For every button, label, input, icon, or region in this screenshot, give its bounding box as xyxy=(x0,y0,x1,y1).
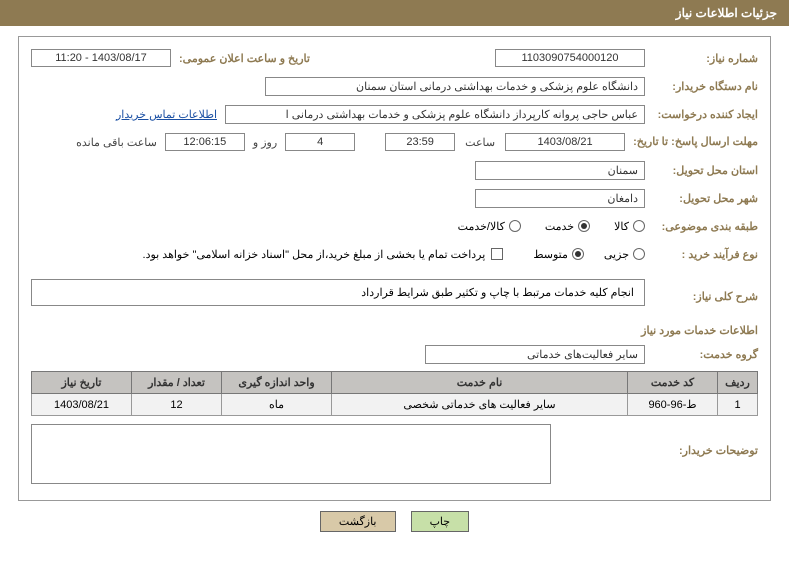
row-buyer-notes: توضیحات خریدار: xyxy=(31,424,758,484)
th-name: نام خدمت xyxy=(332,372,628,394)
radio-service[interactable]: خدمت xyxy=(545,220,590,233)
row-requester: ایجاد کننده درخواست: عباس حاجی پروانه کا… xyxy=(31,103,758,125)
textarea-buyer-notes[interactable] xyxy=(31,424,551,484)
label-province: استان محل تحویل: xyxy=(653,164,758,177)
label-need-number: شماره نیاز: xyxy=(653,52,758,65)
button-row: چاپ بازگشت xyxy=(0,511,789,532)
label-requester: ایجاد کننده درخواست: xyxy=(653,108,758,121)
label-service-group: گروه خدمت: xyxy=(653,348,758,361)
row-category: طبقه بندی موضوعی: کالا خدمت کالا/خدمت xyxy=(31,215,758,237)
label-time: ساعت xyxy=(465,136,495,149)
row-overview: شرح کلی نیاز: انجام کلیه خدمات مرتبط با … xyxy=(31,279,758,314)
section-services-info: اطلاعات خدمات مورد نیاز xyxy=(31,324,758,337)
label-overview: شرح کلی نیاز: xyxy=(653,290,758,303)
header-title: جزئیات اطلاعات نیاز xyxy=(676,6,777,20)
value-buyer-org: دانشگاه علوم پزشکی و خدمات بهداشتی درمان… xyxy=(265,77,645,96)
label-category: طبقه بندی موضوعی: xyxy=(653,220,758,233)
radio-goods[interactable]: کالا xyxy=(614,220,645,233)
th-date: تاریخ نیاز xyxy=(32,372,132,394)
services-table: ردیف کد خدمت نام خدمت واحد اندازه گیری ت… xyxy=(31,371,758,416)
th-qty: تعداد / مقدار xyxy=(132,372,222,394)
td-code: ط-96-960 xyxy=(628,394,718,416)
row-province: استان محل تحویل: سمنان xyxy=(31,159,758,181)
link-buyer-contact[interactable]: اطلاعات تماس خریدار xyxy=(116,108,217,121)
value-service-group: سایر فعالیت‌های خدماتی xyxy=(425,345,645,364)
radio-group-process: جزیی متوسط xyxy=(533,248,645,261)
label-days-and: روز و xyxy=(253,136,277,149)
radio-minor[interactable]: جزیی xyxy=(604,248,645,261)
value-city: دامغان xyxy=(475,189,645,208)
th-row: ردیف xyxy=(718,372,758,394)
label-buyer-notes: توضیحات خریدار: xyxy=(653,424,758,457)
label-process: نوع فرآیند خرید : xyxy=(653,248,758,261)
label-time-remaining: ساعت باقی مانده xyxy=(76,136,157,149)
value-deadline-time: 23:59 xyxy=(385,133,455,151)
label-city: شهر محل تحویل: xyxy=(653,192,758,205)
td-unit: ماه xyxy=(222,394,332,416)
label-buyer-org: نام دستگاه خریدار: xyxy=(653,80,758,93)
value-time-remaining: 12:06:15 xyxy=(165,133,245,151)
details-panel: شماره نیاز: 1103090754000120 تاریخ و ساع… xyxy=(18,36,771,501)
row-process: نوع فرآیند خرید : جزیی متوسط پرداخت تمام… xyxy=(31,243,758,265)
row-need-number: شماره نیاز: 1103090754000120 تاریخ و ساع… xyxy=(31,47,758,69)
td-date: 1403/08/21 xyxy=(32,394,132,416)
label-deadline: مهلت ارسال پاسخ: تا تاریخ: xyxy=(633,135,758,149)
value-announce-date: 1403/08/17 - 11:20 xyxy=(31,49,171,67)
label-announce-date: تاریخ و ساعت اعلان عمومی: xyxy=(179,52,310,65)
row-buyer-org: نام دستگاه خریدار: دانشگاه علوم پزشکی و … xyxy=(31,75,758,97)
label-payment-note: پرداخت تمام یا بخشی از مبلغ خرید،از محل … xyxy=(143,248,486,261)
radio-medium[interactable]: متوسط xyxy=(533,248,584,261)
value-deadline-date: 1403/08/21 xyxy=(505,133,625,151)
table-row: 1 ط-96-960 سایر فعالیت های خدماتی شخصی م… xyxy=(32,394,758,416)
value-overview: انجام کلیه خدمات مرتبط با چاپ و تکثیر طب… xyxy=(31,279,645,306)
td-row: 1 xyxy=(718,394,758,416)
panel-header: جزئیات اطلاعات نیاز xyxy=(0,0,789,26)
payment-note-wrap: پرداخت تمام یا بخشی از مبلغ خرید،از محل … xyxy=(143,248,504,261)
th-unit: واحد اندازه گیری xyxy=(222,372,332,394)
td-qty: 12 xyxy=(132,394,222,416)
value-days-remaining: 4 xyxy=(285,133,355,151)
checkbox-payment[interactable] xyxy=(491,248,503,260)
value-need-number: 1103090754000120 xyxy=(495,49,645,67)
row-deadline: مهلت ارسال پاسخ: تا تاریخ: 1403/08/21 سا… xyxy=(31,131,758,153)
back-button[interactable]: بازگشت xyxy=(320,511,396,532)
row-city: شهر محل تحویل: دامغان xyxy=(31,187,758,209)
value-requester: عباس حاجی پروانه کارپرداز دانشگاه علوم پ… xyxy=(225,105,645,124)
radio-both[interactable]: کالا/خدمت xyxy=(458,220,521,233)
table-header-row: ردیف کد خدمت نام خدمت واحد اندازه گیری ت… xyxy=(32,372,758,394)
td-name: سایر فعالیت های خدماتی شخصی xyxy=(332,394,628,416)
value-province: سمنان xyxy=(475,161,645,180)
print-button[interactable]: چاپ xyxy=(411,511,470,532)
radio-group-category: کالا خدمت کالا/خدمت xyxy=(458,220,645,233)
row-service-group: گروه خدمت: سایر فعالیت‌های خدماتی xyxy=(31,343,758,365)
th-code: کد خدمت xyxy=(628,372,718,394)
